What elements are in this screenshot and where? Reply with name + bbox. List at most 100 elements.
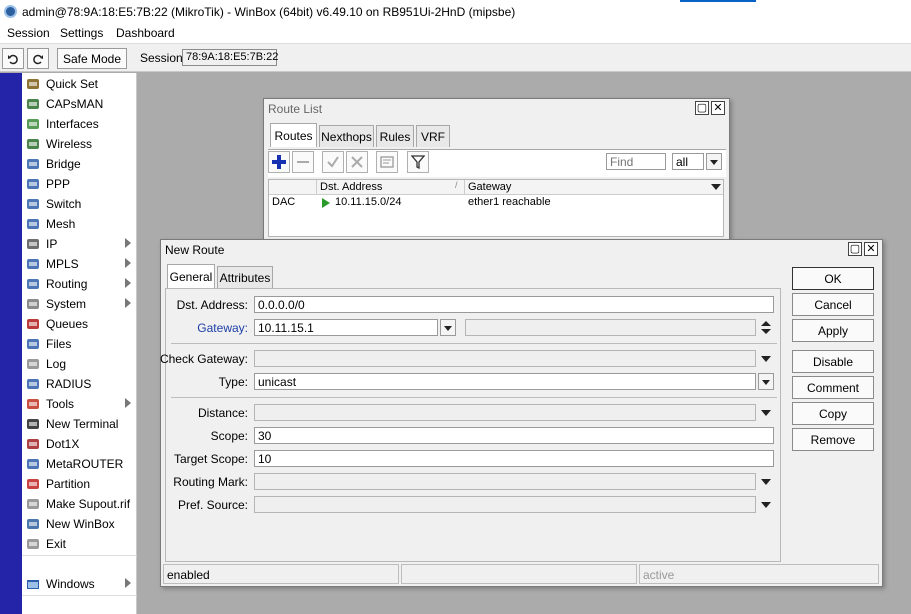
sidebar-item-interfaces[interactable]: Interfaces	[22, 114, 137, 134]
ok-button[interactable]: OK	[792, 267, 874, 290]
sidebar-item-new-terminal[interactable]: New Terminal	[22, 414, 137, 434]
menu-session[interactable]: Session	[7, 26, 50, 40]
menu-settings[interactable]: Settings	[60, 26, 103, 40]
menu-dashboard[interactable]: Dashboard	[116, 26, 175, 40]
metarouter-icon	[26, 457, 40, 471]
sidebar-item-label: Wireless	[46, 137, 93, 151]
status-middle	[401, 564, 637, 584]
sidebar-item-mpls[interactable]: MPLS	[22, 254, 137, 274]
sidebar-item-ip[interactable]: IP	[22, 234, 137, 254]
tab-rules[interactable]: Rules	[376, 125, 414, 147]
sidebar-item-log[interactable]: Log	[22, 354, 137, 374]
dst-address-label: Dst. Address:	[176, 298, 248, 312]
sidebar-item-routing[interactable]: Routing	[22, 274, 137, 294]
sidebar-item-windows[interactable]: Windows	[22, 574, 137, 594]
scope-input[interactable]: 30	[254, 427, 774, 444]
sidebar-item-wireless[interactable]: Wireless	[22, 134, 137, 154]
tab-nexthops[interactable]: Nexthops	[319, 125, 374, 147]
route-list-restore-icon[interactable]: ▢	[695, 101, 709, 115]
sidebar-item-mesh[interactable]: Mesh	[22, 214, 137, 234]
col-gateway[interactable]: Gateway	[468, 181, 511, 193]
type-label: Type:	[218, 375, 248, 389]
sidebar-item-switch[interactable]: Switch	[22, 194, 137, 214]
new-route-restore-icon[interactable]: ▢	[848, 242, 862, 256]
distance-dropdown-icon[interactable]	[761, 410, 771, 416]
comment-button[interactable]	[376, 151, 398, 173]
copy-button[interactable]: Copy	[792, 402, 874, 425]
type-select[interactable]: unicast	[254, 373, 756, 390]
route-list-close-icon[interactable]: ✕	[711, 101, 725, 115]
sidebar-item-ppp[interactable]: PPP	[22, 174, 137, 194]
find-input[interactable]	[606, 153, 666, 170]
comment-button[interactable]: Comment	[792, 376, 874, 399]
plus-icon	[272, 155, 286, 169]
sidebar-item-label: Quick Set	[46, 77, 99, 91]
filter-select[interactable]: all	[672, 153, 704, 170]
sidebar-item-dot1x[interactable]: Dot1X	[22, 434, 137, 454]
sidebar-item-exit[interactable]: Exit	[22, 534, 137, 554]
filter-button[interactable]	[407, 151, 429, 173]
route-table: Dst. Address / Gateway DAC 10.11.15.0/24…	[268, 179, 724, 237]
filter-dropdown-icon[interactable]	[706, 153, 722, 170]
distance-input[interactable]	[254, 404, 756, 421]
wireless-icon	[26, 137, 40, 151]
sidebar-item-label: Exit	[46, 537, 67, 551]
sidebar-item-files[interactable]: Files	[22, 334, 137, 354]
redo-button[interactable]	[27, 48, 49, 69]
sidebar-item-label: Routing	[46, 277, 88, 291]
sidebar-item-partition[interactable]: Partition	[22, 474, 137, 494]
sidebar-item-metarouter[interactable]: MetaROUTER	[22, 454, 137, 474]
tab-routes[interactable]: Routes	[270, 123, 317, 147]
remove-button[interactable]: Remove	[792, 428, 874, 451]
check-gateway-dropdown-icon[interactable]	[761, 356, 771, 362]
routing-mark-select[interactable]	[254, 473, 756, 490]
sidebar-item-quick-set[interactable]: Quick Set	[22, 74, 137, 94]
sidebar-divider	[22, 595, 137, 596]
apply-button[interactable]: Apply	[792, 319, 874, 342]
new-route-close-icon[interactable]: ✕	[864, 242, 878, 256]
routing-icon	[26, 277, 40, 291]
table-row[interactable]: DAC 10.11.15.0/24 ether1 reachable	[269, 195, 723, 210]
sidebar-item-queues[interactable]: Queues	[22, 314, 137, 334]
pref-source-select[interactable]	[254, 496, 756, 513]
submenu-arrow-icon	[125, 578, 131, 588]
sidebar-item-bridge[interactable]: Bridge	[22, 154, 137, 174]
tab-general[interactable]: General	[167, 264, 215, 288]
dst-address-input[interactable]: 0.0.0.0/0	[254, 296, 774, 313]
sidebar-item-radius[interactable]: RADIUS	[22, 374, 137, 394]
columns-dropdown-icon[interactable]	[711, 184, 721, 190]
tab-vrf[interactable]: VRF	[416, 125, 450, 147]
sidebar: Quick Set CAPsMAN Interfaces Wireless Bridge…	[22, 73, 137, 614]
sidebar-item-label: MPLS	[46, 257, 79, 271]
gateway-updown-icon[interactable]	[760, 320, 772, 335]
disable-button[interactable]	[346, 151, 368, 173]
gateway-extra-input[interactable]	[465, 319, 756, 336]
sidebar-item-new-winbox[interactable]: New WinBox	[22, 514, 137, 534]
check-gateway-select[interactable]	[254, 350, 756, 367]
safe-mode-button[interactable]: Safe Mode	[57, 48, 127, 69]
sidebar-item-label: Mesh	[46, 217, 76, 231]
interfaces-icon	[26, 117, 40, 131]
partition-icon	[26, 477, 40, 491]
tab-attributes[interactable]: Attributes	[217, 266, 273, 288]
gateway-dropdown-icon[interactable]	[440, 319, 456, 336]
undo-button[interactable]	[2, 48, 24, 69]
enable-button[interactable]	[322, 151, 344, 173]
cancel-button[interactable]: Cancel	[792, 293, 874, 316]
separator	[171, 343, 777, 344]
sidebar-item-capsman[interactable]: CAPsMAN	[22, 94, 137, 114]
col-dst-address[interactable]: Dst. Address	[320, 181, 382, 193]
remove-button[interactable]	[292, 151, 314, 173]
sidebar-item-make-supout-rif[interactable]: Make Supout.rif	[22, 494, 137, 514]
type-dropdown-icon[interactable]	[758, 373, 774, 390]
add-button[interactable]	[268, 151, 290, 173]
routing-mark-dropdown-icon[interactable]	[761, 479, 771, 485]
sidebar-item-label: New Terminal	[46, 417, 119, 431]
minus-icon	[297, 161, 309, 163]
disable-button[interactable]: Disable	[792, 350, 874, 373]
target-scope-input[interactable]: 10	[254, 450, 774, 467]
pref-source-dropdown-icon[interactable]	[761, 502, 771, 508]
sidebar-item-system[interactable]: System	[22, 294, 137, 314]
sidebar-item-tools[interactable]: Tools	[22, 394, 137, 414]
gateway-input[interactable]: 10.11.15.1	[254, 319, 438, 336]
